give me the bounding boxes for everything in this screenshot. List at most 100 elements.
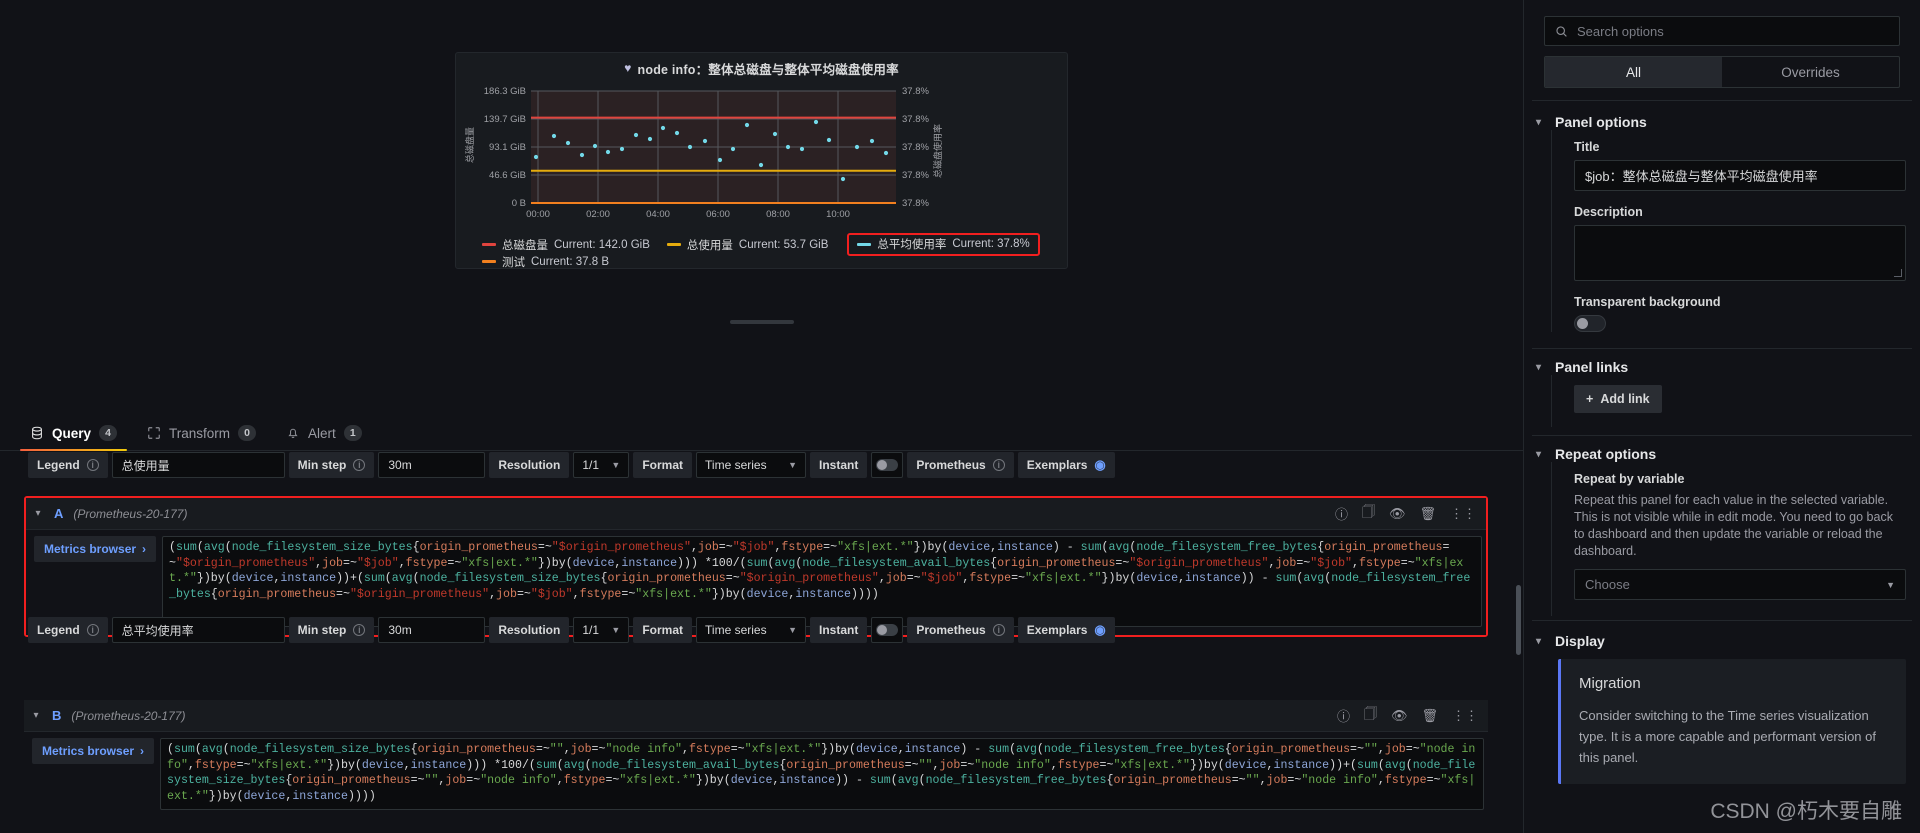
info-icon[interactable]: i	[992, 459, 1005, 471]
pane-resize-handle[interactable]	[729, 320, 794, 324]
delete-trash-icon[interactable]: 🗑	[1421, 708, 1438, 724]
legend-series-name: 测试	[502, 256, 525, 269]
query-expression-b[interactable]: (sum(avg(node_filesystem_size_bytes{orig…	[160, 738, 1484, 810]
panel-card: ♥ node info：整体总磁盘与整体平均磁盘使用率 186.3 GiB 13…	[455, 52, 1068, 269]
exemplars-target-icon[interactable]: ◉	[1094, 622, 1105, 638]
duplicate-icon[interactable]: 🗍	[1364, 705, 1377, 727]
chevron-down-icon: ▼	[1886, 579, 1895, 590]
resolution-label-text: Resolution	[498, 458, 561, 472]
info-icon[interactable]: i	[86, 624, 99, 636]
drag-grip-icon[interactable]: ⋮⋮	[1450, 506, 1476, 522]
format-select-b[interactable]: Time series ▼	[696, 617, 807, 643]
instant-toggle-b[interactable]	[871, 617, 904, 643]
resolution-select-b[interactable]: 1/1 ▼	[573, 617, 630, 643]
metrics-browser-button-b[interactable]: Metrics browser ›	[32, 738, 155, 764]
legend-input-a[interactable]: 总使用量	[111, 452, 285, 478]
repeat-variable-select[interactable]: Choose ▼	[1574, 569, 1906, 600]
section-header-repeat-options[interactable]: ▾ Repeat options	[1536, 446, 1920, 462]
database-icon	[32, 426, 42, 440]
chevron-down-icon: ▼	[788, 625, 798, 635]
section-repeat-options: ▾ Repeat options Repeat by variable Repe…	[1524, 436, 1920, 616]
toggle-track	[876, 459, 899, 471]
section-display: ▾ Display Migration Consider switching t…	[1524, 621, 1920, 784]
svg-text:37.8%: 37.8%	[902, 86, 929, 97]
toggle-knob	[1577, 318, 1588, 329]
instant-toggle-a[interactable]	[871, 452, 904, 478]
segment-overrides[interactable]: Overrides	[1722, 57, 1899, 87]
info-icon[interactable]: i	[353, 459, 366, 471]
query-ref-id[interactable]: A	[54, 506, 63, 521]
panel-title-input[interactable]: $job：整体总磁盘与整体平均磁盘使用率	[1574, 160, 1906, 191]
exemplars-option-label[interactable]: Exemplars ◉	[1017, 452, 1115, 478]
info-icon[interactable]: i	[86, 459, 99, 471]
hide-eye-icon[interactable]: 👁	[1391, 708, 1408, 724]
tab-label: Alert	[308, 425, 336, 441]
exemplars-label-text: Exemplars	[1026, 623, 1088, 637]
add-link-label: Add link	[1600, 392, 1650, 406]
svg-text:04:00: 04:00	[646, 209, 670, 220]
segment-all[interactable]: All	[1545, 57, 1722, 87]
tab-label: Query	[52, 425, 92, 441]
svg-text:37.8%: 37.8%	[902, 198, 929, 209]
panel-description-textarea[interactable]	[1574, 225, 1906, 281]
format-select-a[interactable]: Time series ▼	[696, 452, 807, 478]
tab-query[interactable]: Query 4	[19, 425, 128, 451]
duplicate-icon[interactable]: 🗍	[1362, 503, 1375, 525]
repeat-variable-value: Choose	[1585, 577, 1630, 592]
query-actions-a: ⓘ 🗍 👁 🗑 ⋮⋮	[1335, 503, 1476, 525]
query-block-a: ▾ A (Prometheus-20-177) ⓘ 🗍 👁 🗑 ⋮⋮ Metri…	[24, 496, 1488, 637]
query-options-row-b: Legend i 总平均使用率 Min step i 30m Resolutio…	[28, 617, 1115, 643]
search-options-input[interactable]: Search options	[1544, 16, 1900, 46]
chevron-down-icon[interactable]: ▾	[32, 508, 44, 519]
resolution-select-a[interactable]: 1/1 ▼	[573, 452, 630, 478]
delete-trash-icon[interactable]: 🗑	[1419, 506, 1436, 522]
section-header-panel-options[interactable]: ▾ Panel options	[1536, 114, 1920, 130]
exemplars-option-label[interactable]: Exemplars ◉	[1017, 617, 1115, 643]
tab-alert[interactable]: Alert 1	[284, 425, 364, 450]
info-icon[interactable]: i	[353, 624, 366, 636]
exemplars-target-icon[interactable]: ◉	[1094, 457, 1105, 473]
query-expression-a[interactable]: (sum(avg(node_filesystem_size_bytes{orig…	[162, 536, 1482, 627]
min-step-input-a[interactable]: 30m	[378, 452, 486, 478]
chevron-right-icon: ›	[140, 744, 145, 758]
legend-color-swatch	[666, 243, 681, 246]
section-header-panel-links[interactable]: ▾ Panel links	[1536, 359, 1920, 375]
info-icon[interactable]: i	[992, 624, 1005, 636]
tab-count: 4	[99, 425, 118, 441]
add-link-button[interactable]: + Add link	[1574, 385, 1662, 413]
query-header-a: ▾ A (Prometheus-20-177) ⓘ 🗍 👁 🗑 ⋮⋮	[26, 498, 1486, 530]
legend-input-value: 总使用量	[121, 458, 170, 473]
resolution-select-value: 1/1	[582, 623, 600, 637]
legend-item-total-disk[interactable]: 总磁盘量 Current: 142.0 GiB	[482, 237, 650, 253]
min-step-label-text: Min step	[297, 623, 347, 637]
chevron-down-icon[interactable]: ▾	[30, 710, 42, 721]
query-ref-id[interactable]: B	[52, 708, 61, 723]
metrics-browser-button-a[interactable]: Metrics browser ›	[34, 536, 157, 562]
toggle-knob	[877, 460, 888, 470]
watermark: CSDN @朽木要自雕	[1710, 800, 1902, 823]
min-step-option-label: Min step i	[288, 617, 375, 643]
resolution-label-text: Resolution	[498, 623, 561, 637]
plus-icon: +	[1586, 392, 1594, 406]
min-step-input-b[interactable]: 30m	[378, 617, 486, 643]
x-axis-ticks: 00:00 02:00 04:00 06:00 08:00 10:00	[526, 209, 850, 220]
help-icon[interactable]: ⓘ	[1337, 706, 1350, 725]
resolution-option-label: Resolution	[489, 617, 570, 643]
transparent-background-toggle[interactable]	[1574, 315, 1606, 332]
legend-item-avg-usage-highlighted[interactable]: 总平均使用率 Current: 37.8%	[847, 233, 1040, 256]
section-header-display[interactable]: ▾ Display	[1536, 633, 1920, 649]
migration-text: Consider switching to the Time series vi…	[1579, 708, 1876, 765]
legend-item-used[interactable]: 总使用量 Current: 53.7 GiB	[666, 237, 828, 253]
hide-eye-icon[interactable]: 👁	[1389, 506, 1406, 522]
legend-input-b[interactable]: 总平均使用率	[111, 617, 285, 643]
query-actions-b: ⓘ 🗍 👁 🗑 ⋮⋮	[1337, 705, 1478, 727]
help-icon[interactable]: ⓘ	[1335, 504, 1348, 523]
legend-item-test[interactable]: 测试 Current: 37.8 B	[482, 254, 609, 270]
query-list-scrollbar[interactable]	[1516, 585, 1521, 655]
drag-grip-icon[interactable]: ⋮⋮	[1452, 708, 1478, 724]
tab-transform[interactable]: Transform 0	[145, 425, 258, 450]
query-options-row-a: Legend i 总使用量 Min step i 30m Resolution …	[28, 452, 1115, 478]
format-label-text: Format	[642, 458, 684, 472]
svg-text:0 B: 0 B	[512, 198, 526, 209]
section-body-repeat-options: Repeat by variable Repeat this panel for…	[1551, 462, 1920, 616]
